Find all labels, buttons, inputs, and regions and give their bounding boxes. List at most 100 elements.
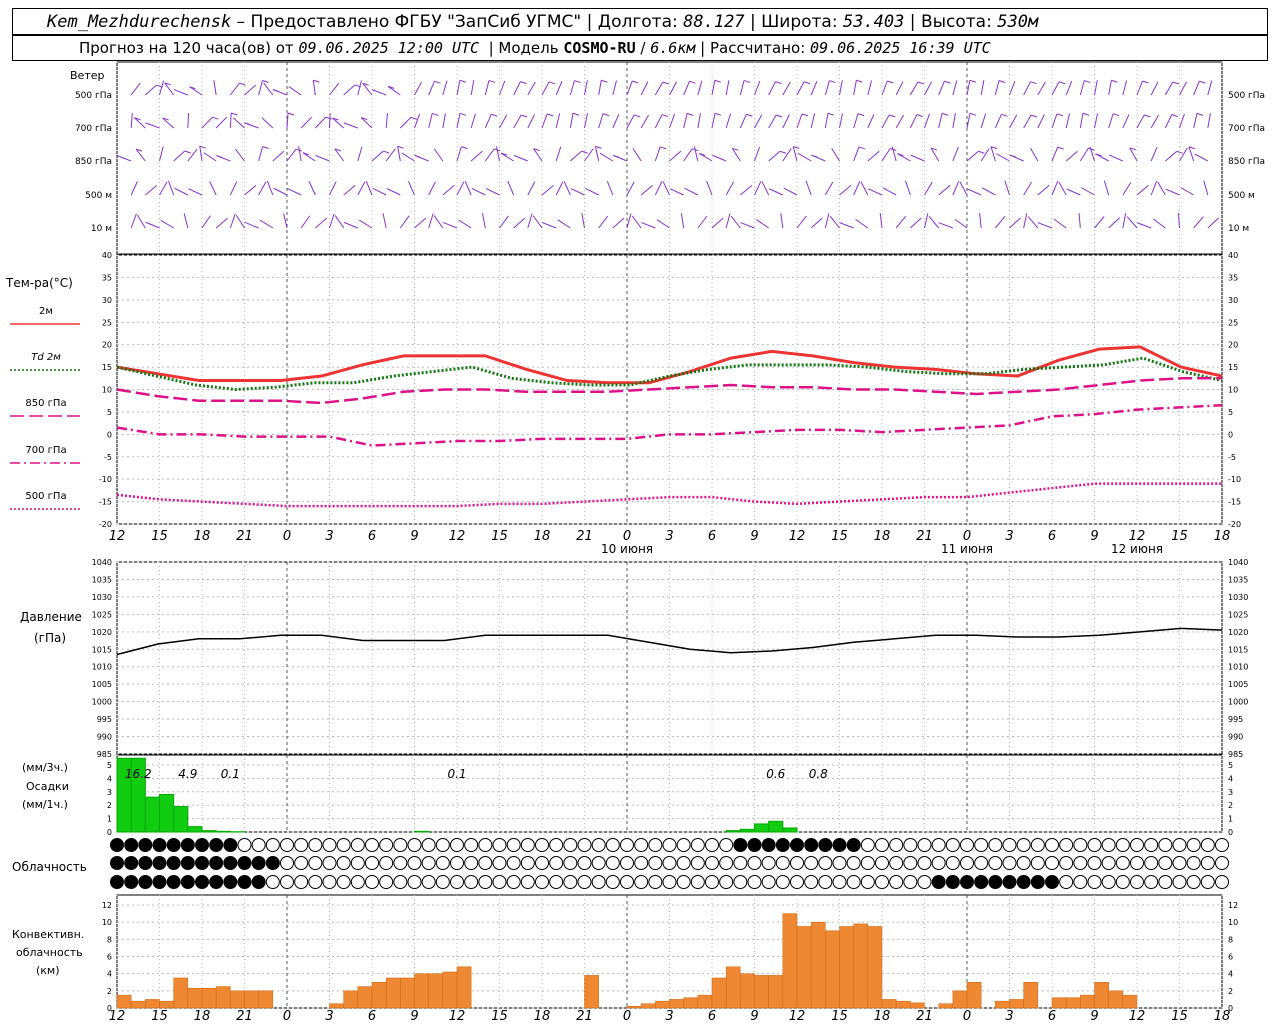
cloud-cover-icon (450, 838, 464, 852)
wind-barb (994, 114, 1002, 129)
cloud-cover-icon (166, 875, 181, 889)
wind-barb (1179, 81, 1187, 96)
wind-barb (1164, 114, 1173, 129)
wind-barb (1037, 114, 1045, 129)
cloud-cover-icon (166, 838, 181, 852)
wind-barb (1051, 81, 1060, 96)
precip-tick-right: 0 (1228, 828, 1233, 837)
cloud-cover-icon (280, 856, 294, 870)
cloud-cover-icon (846, 856, 861, 870)
wind-level-label-left: 10 м (91, 224, 112, 234)
wind-barb (585, 187, 599, 196)
wind-barb (385, 113, 388, 129)
cloud-cover-icon (974, 875, 989, 889)
pressure-tick-right: 1010 (1228, 663, 1248, 672)
wind-barb (569, 113, 574, 129)
cloud-cover-icon (1059, 856, 1074, 870)
wind-barb (442, 184, 455, 196)
cloud-cover-icon (648, 856, 663, 870)
precip-bar (159, 793, 175, 833)
wind-barb (1037, 184, 1050, 196)
cloud-cover-icon (124, 875, 139, 889)
cloud-cover-icon (1215, 856, 1229, 870)
wind-barb (433, 215, 444, 229)
wind-barb (1103, 180, 1110, 196)
wind-barb-feather (434, 80, 441, 84)
cloud-cover-icon (365, 838, 379, 852)
meteogram: Ветер 500 гПа 500 гПа 700 гПа 700 гПа 850 гПа… (5, 61, 1265, 1024)
conv-bar (952, 990, 968, 1009)
wind-level-label-left: 850 гПа (75, 157, 112, 167)
hour-tick-label-bottom: 12 (789, 1009, 806, 1024)
wind-barb (754, 146, 761, 162)
pressure-tick-left: 1000 (92, 698, 112, 707)
cloud-cover-icon (464, 856, 479, 870)
hour-tick-label-bottom: 9 (750, 1009, 758, 1024)
wind-barb (499, 215, 509, 229)
wind-barb (1150, 81, 1159, 96)
wind-barb (839, 184, 852, 196)
wind-barb (456, 146, 462, 162)
temp-tick-left: 15 (102, 363, 112, 372)
cloud-cover-icon (846, 875, 861, 889)
cloud-cover-icon (492, 856, 507, 870)
cloud-cover-icon (478, 838, 493, 852)
wind-barb (1157, 181, 1166, 196)
hour-tick-label-bottom: 6 (708, 1009, 716, 1024)
wind-barb (598, 113, 604, 129)
cloud-cover-icon (1130, 875, 1144, 889)
cloud-cover-icon (917, 838, 932, 852)
wind-barb (831, 147, 840, 162)
pressure-tick-left: 995 (97, 715, 112, 724)
wind-barb (930, 147, 940, 162)
conv-bar (754, 975, 769, 1009)
wind-barb-feather (231, 112, 238, 116)
cloud-cover-icon (832, 838, 847, 852)
conv-bar (725, 966, 741, 1009)
hour-tick-label-bottom: 12 (1129, 1009, 1146, 1024)
cloud-cover-icon (450, 875, 464, 889)
wind-barb (471, 188, 486, 196)
wind-barb (853, 80, 857, 96)
wind-barb (1079, 80, 1085, 96)
temp-tick-left: 10 (102, 386, 112, 395)
hour-tick-label-bottom: 3 (665, 1009, 673, 1024)
cloud-cover-icon (478, 856, 493, 870)
conv-bar (230, 990, 245, 1009)
wind-barb-feather (858, 146, 866, 150)
wind-barb (145, 84, 157, 96)
wind-level-label-right: 500 м (1228, 191, 1255, 201)
wind-barb-feather (287, 112, 295, 116)
precip-annotation: 4.9 (178, 767, 197, 781)
wind-barb (1023, 181, 1032, 196)
wind-barb (343, 122, 359, 129)
precip-tick-right: 1 (1228, 815, 1233, 824)
wind-barb (357, 146, 363, 162)
wind-barb (725, 80, 730, 96)
cloud-cover-icon (974, 856, 989, 870)
wind-barb (631, 215, 642, 229)
cloud-cover-icon (1115, 838, 1130, 852)
wind-barb (599, 152, 614, 162)
wind-barb (641, 222, 656, 229)
wind-barb-feather (602, 113, 610, 117)
wind-barb (731, 148, 741, 162)
cloud-cover-icon (889, 838, 904, 852)
cloud-cover-icon (733, 875, 748, 889)
wind-barb (1136, 114, 1145, 129)
cloud-title: Облачность (12, 860, 87, 874)
cloud-cover-icon (860, 838, 875, 852)
wind-barb (213, 80, 217, 96)
wind-barb (640, 114, 650, 129)
cloud-cover-icon (790, 838, 804, 852)
temp-tick-left: -20 (99, 520, 112, 529)
wind-barb-feather (632, 80, 639, 84)
wind-barb (159, 80, 165, 96)
wind-barb (966, 150, 979, 162)
conv-bar (768, 975, 784, 1009)
cloud-cover-icon (1186, 838, 1201, 852)
cloud-cover-icon (464, 838, 479, 852)
conv-tick-left: 4 (107, 970, 112, 979)
wind-barb (810, 217, 823, 229)
pressure-tick-left: 1040 (92, 558, 112, 567)
